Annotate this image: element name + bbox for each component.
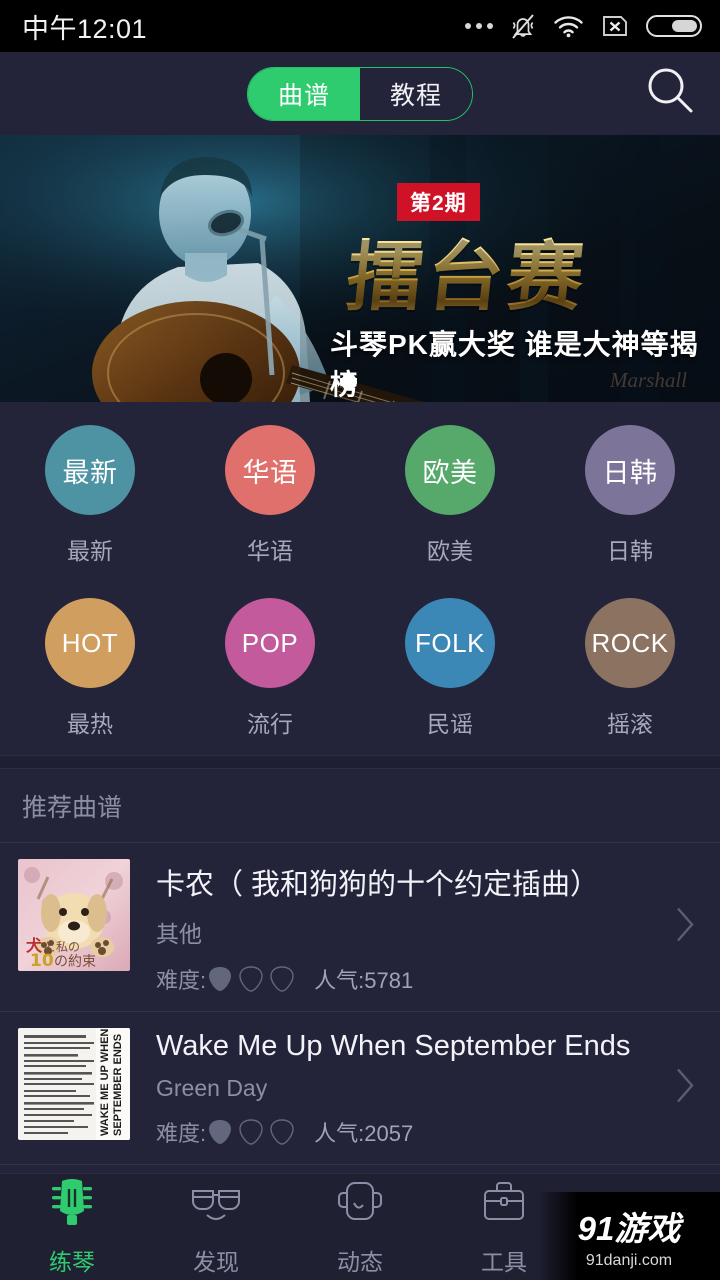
top-bar: 曲谱 教程 (0, 52, 720, 135)
banner-subtitle: 斗琴PK赢大奖 谁是大神等揭榜 (330, 329, 699, 400)
category-jpkr[interactable]: 日韩 日韩 (540, 425, 720, 566)
more-dots-icon (465, 23, 493, 29)
popularity-label: 人气:2057 (314, 1121, 414, 1146)
category-chinese[interactable]: 华语 华语 (180, 425, 360, 566)
app-screen: 中午12:01 曲谱 教程 Marshall 第2期 擂台赛 斗琴PK赢大奖 谁… (0, 0, 720, 1280)
category-label: 最热 (67, 711, 113, 737)
status-bar-time: 中午12:01 (22, 13, 148, 44)
bell-muted-icon (510, 12, 536, 40)
watermark-main: 91游戏 (577, 1210, 681, 1247)
category-circle: ROCK (585, 598, 675, 688)
difficulty-label: 难度: (156, 1121, 207, 1146)
tab-label: 练琴 (49, 1249, 95, 1275)
category-circle: HOT (45, 598, 135, 688)
category-circle: 最新 (45, 425, 135, 515)
category-grid: 最新 最新 华语 华语 欧美 欧美 日韩 日韩 HOT 最热 POP 流行 FO… (0, 402, 720, 755)
svg-text:WAKE ME UP WHEN: WAKE ME UP WHEN (99, 1029, 111, 1136)
difficulty-label: 难度: (156, 968, 207, 993)
banner-page-indicator[interactable] (341, 374, 357, 390)
category-label: 最新 (67, 538, 113, 564)
tab-tutorials[interactable]: 教程 (360, 67, 472, 120)
guitar-pick-icon (239, 966, 263, 992)
banner-title: 擂台赛 (342, 215, 594, 325)
section-divider (0, 755, 720, 769)
guitar-pick-icon (209, 1120, 232, 1144)
song-meta: 难度: 人气:5781 (156, 963, 700, 995)
song-artist: Green Day (156, 1075, 268, 1101)
song-thumbnail: 犬 と私の 10 の約束 (18, 859, 130, 971)
tab-label: 发现 (193, 1249, 239, 1275)
promo-banner[interactable]: Marshall 第2期 擂台赛 斗琴PK赢大奖 谁是大神等揭榜 (0, 135, 720, 402)
tab-label: 动态 (337, 1249, 383, 1275)
category-circle: 华语 (225, 425, 315, 515)
tab-practice[interactable]: 练琴 (0, 1174, 144, 1280)
svg-text:の約束: の約束 (54, 954, 96, 970)
sim-card-x-icon (601, 12, 629, 40)
guitar-pick-icon (239, 1119, 263, 1145)
segmented-control: 曲谱 教程 (247, 66, 473, 121)
chevron-right-icon (674, 905, 696, 950)
category-circle: POP (225, 598, 315, 688)
category-western[interactable]: 欧美 欧美 (360, 425, 540, 566)
sunglasses-icon (188, 1177, 244, 1236)
category-latest[interactable]: 最新 最新 (0, 425, 180, 566)
status-bar: 中午12:01 (0, 0, 720, 52)
category-circle: 欧美 (405, 425, 495, 515)
category-label: 日韩 (607, 538, 653, 564)
section-header: 推荐曲谱 (0, 769, 720, 843)
song-artist: 其他 (156, 921, 202, 947)
song-thumbnail: WAKE ME UP WHEN SEPTEMBER ENDS (18, 1028, 130, 1140)
song-info: Wake Me Up When September Ends Green Day… (156, 1028, 700, 1148)
difficulty-picks (208, 1119, 294, 1145)
category-folk[interactable]: FOLK 民谣 (360, 598, 540, 739)
guitar-pick-icon (209, 967, 232, 991)
wifi-icon (553, 14, 584, 38)
battery-icon (646, 12, 704, 40)
category-label: 欧美 (427, 538, 473, 564)
song-meta: 难度: 人气:2057 (156, 1116, 700, 1148)
category-row-2: HOT 最热 POP 流行 FOLK 民谣 ROCK 摇滚 (0, 598, 720, 739)
tab-discover[interactable]: 发现 (144, 1174, 288, 1280)
song-info: 卡农（ 我和狗狗的十个约定插曲） 其他 难度: 人气:5781 (156, 859, 700, 995)
category-label: 流行 (247, 711, 293, 737)
chevron-right-icon (674, 1066, 696, 1111)
popularity-label: 人气:5781 (314, 968, 414, 993)
category-hot[interactable]: HOT 最热 (0, 598, 180, 739)
briefcase-icon (476, 1177, 532, 1236)
search-icon (644, 65, 696, 122)
guitar-pick-icon (270, 966, 294, 992)
category-circle: 日韩 (585, 425, 675, 515)
watermark: 91游戏 91danji.com (538, 1192, 720, 1280)
list-item[interactable]: 犬 と私の 10 の約束 卡农（ 我和狗狗的十个约定插曲） 其他 难度: 人气:… (0, 843, 720, 1012)
song-title: 卡农（ 我和狗狗的十个约定插曲） (156, 869, 600, 901)
person-icon (332, 1177, 388, 1236)
category-label: 民谣 (427, 711, 473, 737)
category-pop[interactable]: POP 流行 (180, 598, 360, 739)
watermark-sub: 91danji.com (585, 1252, 673, 1269)
category-label: 华语 (247, 538, 293, 564)
difficulty-picks (208, 966, 294, 992)
svg-text:SEPTEMBER ENDS: SEPTEMBER ENDS (112, 1034, 124, 1136)
guitar-pick-icon (270, 1119, 294, 1145)
category-rock[interactable]: ROCK 摇滚 (540, 598, 720, 739)
tab-feed[interactable]: 动态 (288, 1174, 432, 1280)
tab-scores[interactable]: 曲谱 (248, 67, 360, 120)
category-circle: FOLK (405, 598, 495, 688)
list-item[interactable]: WAKE ME UP WHEN SEPTEMBER ENDS Wake Me U… (0, 1012, 720, 1165)
svg-text:10: 10 (30, 951, 54, 971)
tab-label: 工具 (481, 1249, 527, 1275)
category-label: 摇滚 (607, 711, 653, 737)
category-row-1: 最新 最新 华语 华语 欧美 欧美 日韩 日韩 (0, 425, 720, 566)
status-bar-icons (465, 12, 704, 40)
search-button[interactable] (642, 66, 698, 122)
song-title: Wake Me Up When September Ends (156, 1030, 631, 1062)
guitar-headstock-icon (44, 1177, 100, 1236)
